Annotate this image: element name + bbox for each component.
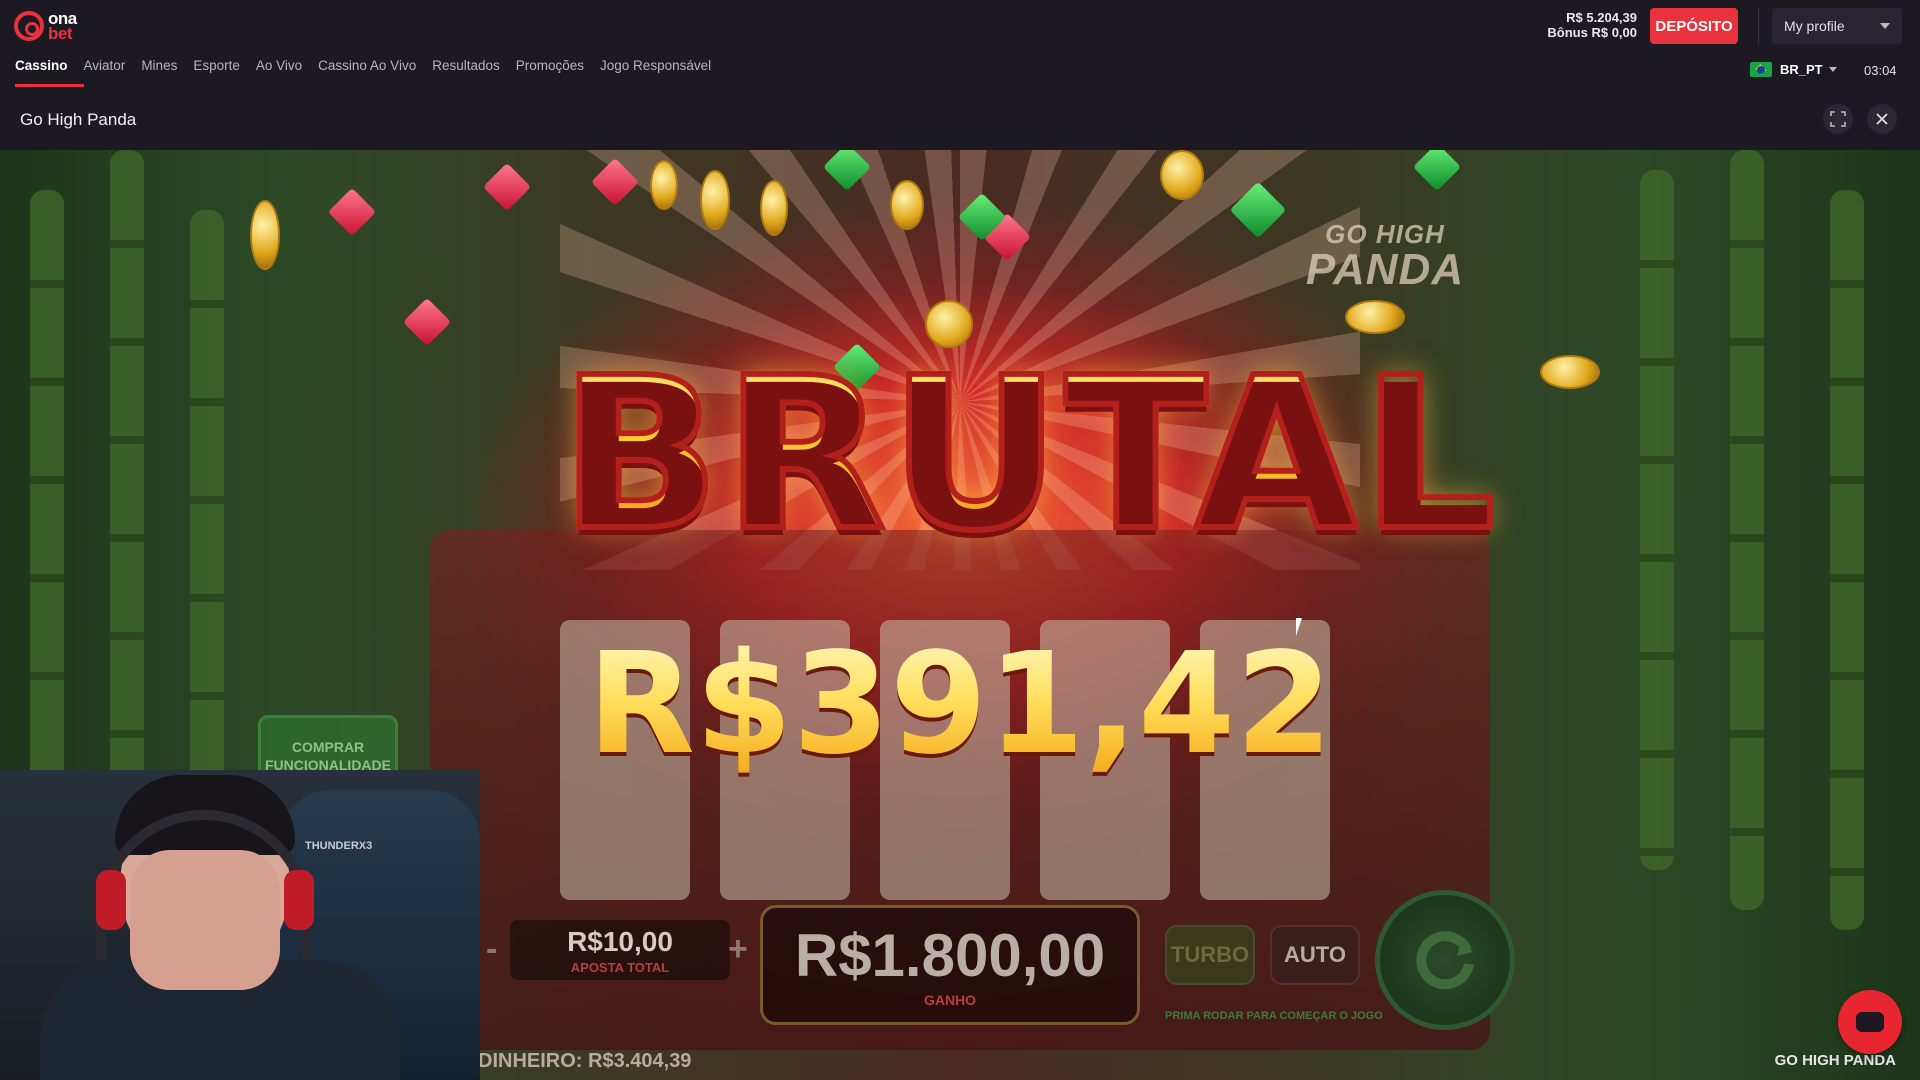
logo-text-bottom: bet xyxy=(48,24,72,43)
game-name-footer: GO HIGH PANDA xyxy=(1774,1052,1896,1069)
chevron-down-icon xyxy=(1828,67,1837,72)
cash-label: DINHEIRO: xyxy=(478,1050,583,1072)
total-win-label: GANHO xyxy=(923,992,977,1008)
nav-item-cassino-ao-vivo[interactable]: Cassino Ao Vivo xyxy=(318,58,416,87)
bamboo-decoration xyxy=(1830,190,1864,930)
streamer-hands xyxy=(130,850,280,990)
spin-icon xyxy=(1416,931,1474,990)
coin-icon xyxy=(700,170,730,230)
bet-display: R$10,00 APOSTA TOTAL xyxy=(510,920,730,980)
onabet-logo[interactable]: ona bet xyxy=(14,8,86,44)
close-button[interactable] xyxy=(1867,104,1897,134)
start-hint: PRIMA RODAR PARA COMEÇAR O JOGO xyxy=(1165,1010,1383,1022)
cash-value: R$3.404,39 xyxy=(588,1050,692,1072)
auto-button[interactable]: AUTO xyxy=(1270,925,1360,985)
chat-support-button[interactable] xyxy=(1838,990,1902,1054)
nav-item-aviator[interactable]: Aviator xyxy=(84,58,126,87)
nav-item-mines[interactable]: Mines xyxy=(141,58,177,87)
cash-display: DINHEIRO: R$3.404,39 xyxy=(478,1050,691,1073)
language-selector[interactable]: BR_PT xyxy=(1750,62,1837,77)
bamboo-decoration xyxy=(190,210,224,810)
bet-decrease-button[interactable]: - xyxy=(486,932,497,966)
coin-icon xyxy=(890,180,924,230)
main-nav: Cassino Aviator Mines Esporte Ao Vivo Ca… xyxy=(15,58,711,87)
game-logo-line1: GO HIGH xyxy=(1325,219,1445,249)
bet-value: R$10,00 xyxy=(567,926,673,957)
emerald-gem-icon xyxy=(1412,150,1462,192)
deposit-button[interactable]: DEPÓSITO xyxy=(1650,8,1738,44)
nav-item-esporte[interactable]: Esporte xyxy=(193,58,240,87)
profile-dropdown[interactable]: My profile xyxy=(1772,8,1902,44)
coin-icon xyxy=(1540,355,1600,389)
ruby-gem-icon xyxy=(482,162,532,212)
balance-display: R$ 5.204,39 Bônus R$ 0,00 xyxy=(1547,10,1637,40)
profile-label: My profile xyxy=(1784,18,1845,34)
top-bar: ona bet R$ 5.204,39 Bônus R$ 0,00 DEPÓSI… xyxy=(0,0,1920,150)
game-logo-line2: PANDA xyxy=(1305,245,1465,294)
fullscreen-button[interactable] xyxy=(1823,104,1853,134)
win-banner: BRUTAL xyxy=(557,332,1500,577)
close-icon xyxy=(1876,113,1888,125)
win-amount: R$391,42 xyxy=(560,630,1360,780)
page-title: Go High Panda xyxy=(20,110,137,129)
nav-item-resultados[interactable]: Resultados xyxy=(432,58,500,87)
nav-item-ao-vivo[interactable]: Ao Vivo xyxy=(256,58,302,87)
streamer-webcam: THUNDERX3 xyxy=(0,770,480,1080)
coin-icon xyxy=(1160,150,1204,200)
ruby-gem-icon xyxy=(402,297,452,347)
turbo-button[interactable]: TURBO xyxy=(1165,925,1255,985)
clock: 03:04 xyxy=(1864,63,1897,78)
coin-icon xyxy=(650,160,678,210)
total-win-display: R$1.800,00 GANHO xyxy=(760,905,1140,1025)
bet-label: APOSTA TOTAL xyxy=(570,960,670,975)
brazil-flag-icon xyxy=(1750,62,1772,77)
balance-main: R$ 5.204,39 xyxy=(1566,10,1637,25)
nav-item-jogo-responsavel[interactable]: Jogo Responsável xyxy=(600,58,711,87)
ruby-gem-icon xyxy=(327,187,377,237)
nav-item-promocoes[interactable]: Promoções xyxy=(516,58,584,87)
bet-increase-button[interactable]: + xyxy=(728,932,748,966)
total-win-value: R$1.800,00 xyxy=(794,922,1106,989)
chair-brand-label: THUNDERX3 xyxy=(305,840,373,852)
mouse-cursor-icon xyxy=(1296,618,1302,636)
nav-item-cassino[interactable]: Cassino xyxy=(15,58,83,87)
chat-icon xyxy=(1856,1012,1884,1032)
coin-icon xyxy=(250,200,280,270)
spin-button[interactable] xyxy=(1375,890,1515,1030)
game-controls: - R$10,00 APOSTA TOTAL + R$1.800,00 GANH… xyxy=(470,890,1530,1030)
bamboo-decoration xyxy=(1730,150,1764,910)
header-divider xyxy=(1758,8,1759,44)
chevron-down-icon xyxy=(1880,23,1890,29)
fullscreen-icon xyxy=(1830,111,1846,127)
headset-earcup xyxy=(284,870,314,930)
logo-mark-icon xyxy=(14,11,44,41)
game-logo: GO HIGH PANDA xyxy=(1270,220,1500,320)
bamboo-decoration xyxy=(1640,170,1674,870)
language-label: BR_PT xyxy=(1780,62,1823,77)
coin-icon xyxy=(760,180,788,236)
balance-bonus: Bônus R$ 0,00 xyxy=(1547,25,1637,40)
headset-earcup xyxy=(96,870,126,930)
